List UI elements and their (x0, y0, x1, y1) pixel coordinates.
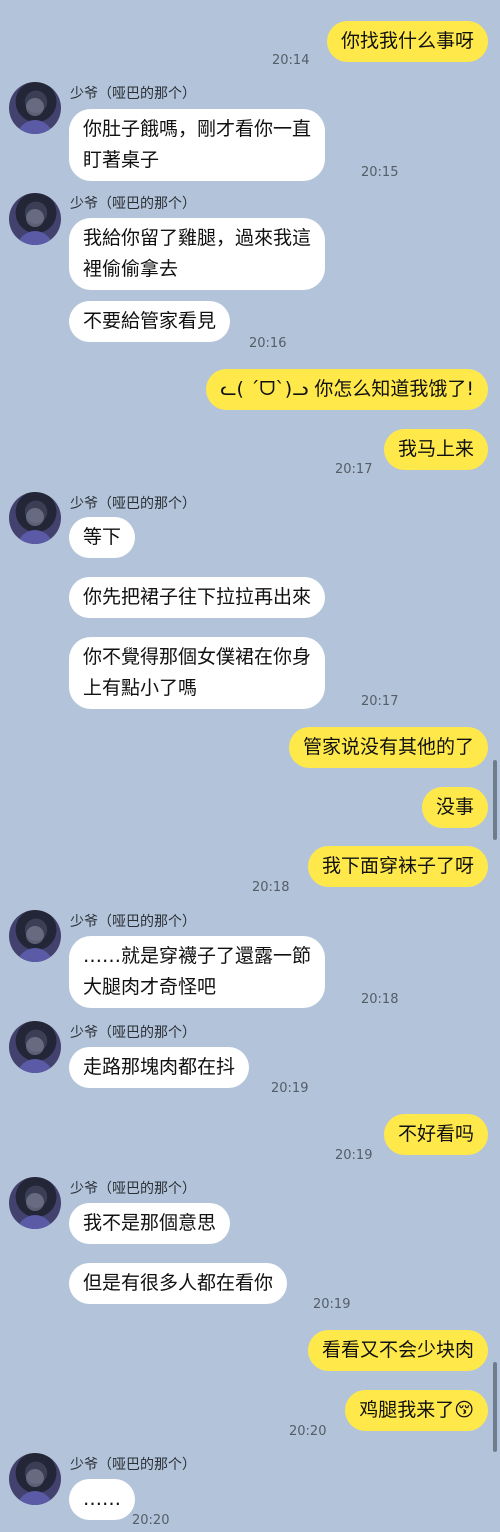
contact-avatar[interactable] (9, 1177, 61, 1229)
contact-name: 少爷（哑巴的那个） (70, 86, 196, 102)
message-bubble-outgoing[interactable]: 我下面穿袜子了呀 (307, 846, 488, 887)
message-time: 20:20 (289, 1424, 327, 1439)
message-bubble-outgoing[interactable]: 没事 (421, 787, 488, 828)
contact-name: 少爷（哑巴的那个） (70, 496, 196, 512)
message-time: 20:15 (361, 165, 399, 180)
contact-name: 少爷（哑巴的那个） (70, 1181, 196, 1197)
message-bubble-outgoing[interactable]: 鸡腿我来了😚 (345, 1390, 488, 1431)
message-bubble-outgoing[interactable]: 你找我什么事呀 (326, 21, 488, 62)
message-bubble-incoming[interactable]: 你肚子餓嗎，剛才看你一直 盯著桌子 (69, 109, 326, 181)
message-bubble-incoming[interactable]: …… (69, 1479, 135, 1520)
message-time: 20:19 (335, 1148, 373, 1163)
message-time: 20:19 (313, 1297, 351, 1312)
message-time: 20:19 (271, 1081, 309, 1096)
message-time: 20:16 (249, 336, 287, 351)
message-bubble-incoming[interactable]: 但是有很多人都在看你 (69, 1263, 288, 1304)
contact-avatar[interactable] (9, 82, 61, 134)
message-bubble-outgoing[interactable]: 我马上来 (383, 429, 488, 470)
scrollbar[interactable] (493, 1362, 497, 1452)
message-bubble-outgoing[interactable]: 看看又不会少块肉 (307, 1330, 488, 1371)
scrollbar[interactable] (493, 760, 497, 840)
contact-avatar[interactable] (9, 193, 61, 245)
message-bubble-incoming[interactable]: 我不是那個意思 (69, 1203, 231, 1244)
message-bubble-incoming[interactable]: 你不覺得那個女僕裙在你身 上有點小了嗎 (69, 637, 326, 709)
message-bubble-incoming[interactable]: 等下 (69, 517, 136, 558)
message-bubble-incoming[interactable]: 不要給管家看見 (69, 301, 231, 342)
message-time: 20:17 (361, 694, 399, 709)
contact-avatar[interactable] (9, 910, 61, 962)
contact-avatar[interactable] (9, 1453, 61, 1505)
message-time: 20:14 (272, 53, 310, 68)
message-time: 20:20 (132, 1513, 170, 1528)
message-bubble-incoming[interactable]: 你先把裙子往下拉拉再出來 (69, 577, 326, 618)
message-bubble-incoming[interactable]: 走路那塊肉都在抖 (69, 1047, 250, 1088)
message-bubble-outgoing[interactable]: ᓚ( ´ᗜ`)ᓗ 你怎么知道我饿了! (206, 369, 488, 410)
contact-name: 少爷（哑巴的那个） (70, 914, 196, 930)
message-time: 20:18 (361, 992, 399, 1007)
message-time: 20:17 (335, 462, 373, 477)
contact-name: 少爷（哑巴的那个） (70, 1025, 196, 1041)
contact-name: 少爷（哑巴的那个） (70, 196, 196, 212)
message-bubble-outgoing[interactable]: 管家说没有其他的了 (288, 727, 488, 768)
contact-name: 少爷（哑巴的那个） (70, 1457, 196, 1473)
message-bubble-outgoing[interactable]: 不好看吗 (383, 1114, 488, 1155)
message-bubble-incoming[interactable]: ……就是穿襪子了還露一節 大腿肉才奇怪吧 (69, 936, 326, 1008)
contact-avatar[interactable] (9, 492, 61, 544)
message-bubble-incoming[interactable]: 我給你留了雞腿，過來我這 裡偷偷拿去 (69, 218, 326, 290)
contact-avatar[interactable] (9, 1021, 61, 1073)
message-time: 20:18 (252, 880, 290, 895)
